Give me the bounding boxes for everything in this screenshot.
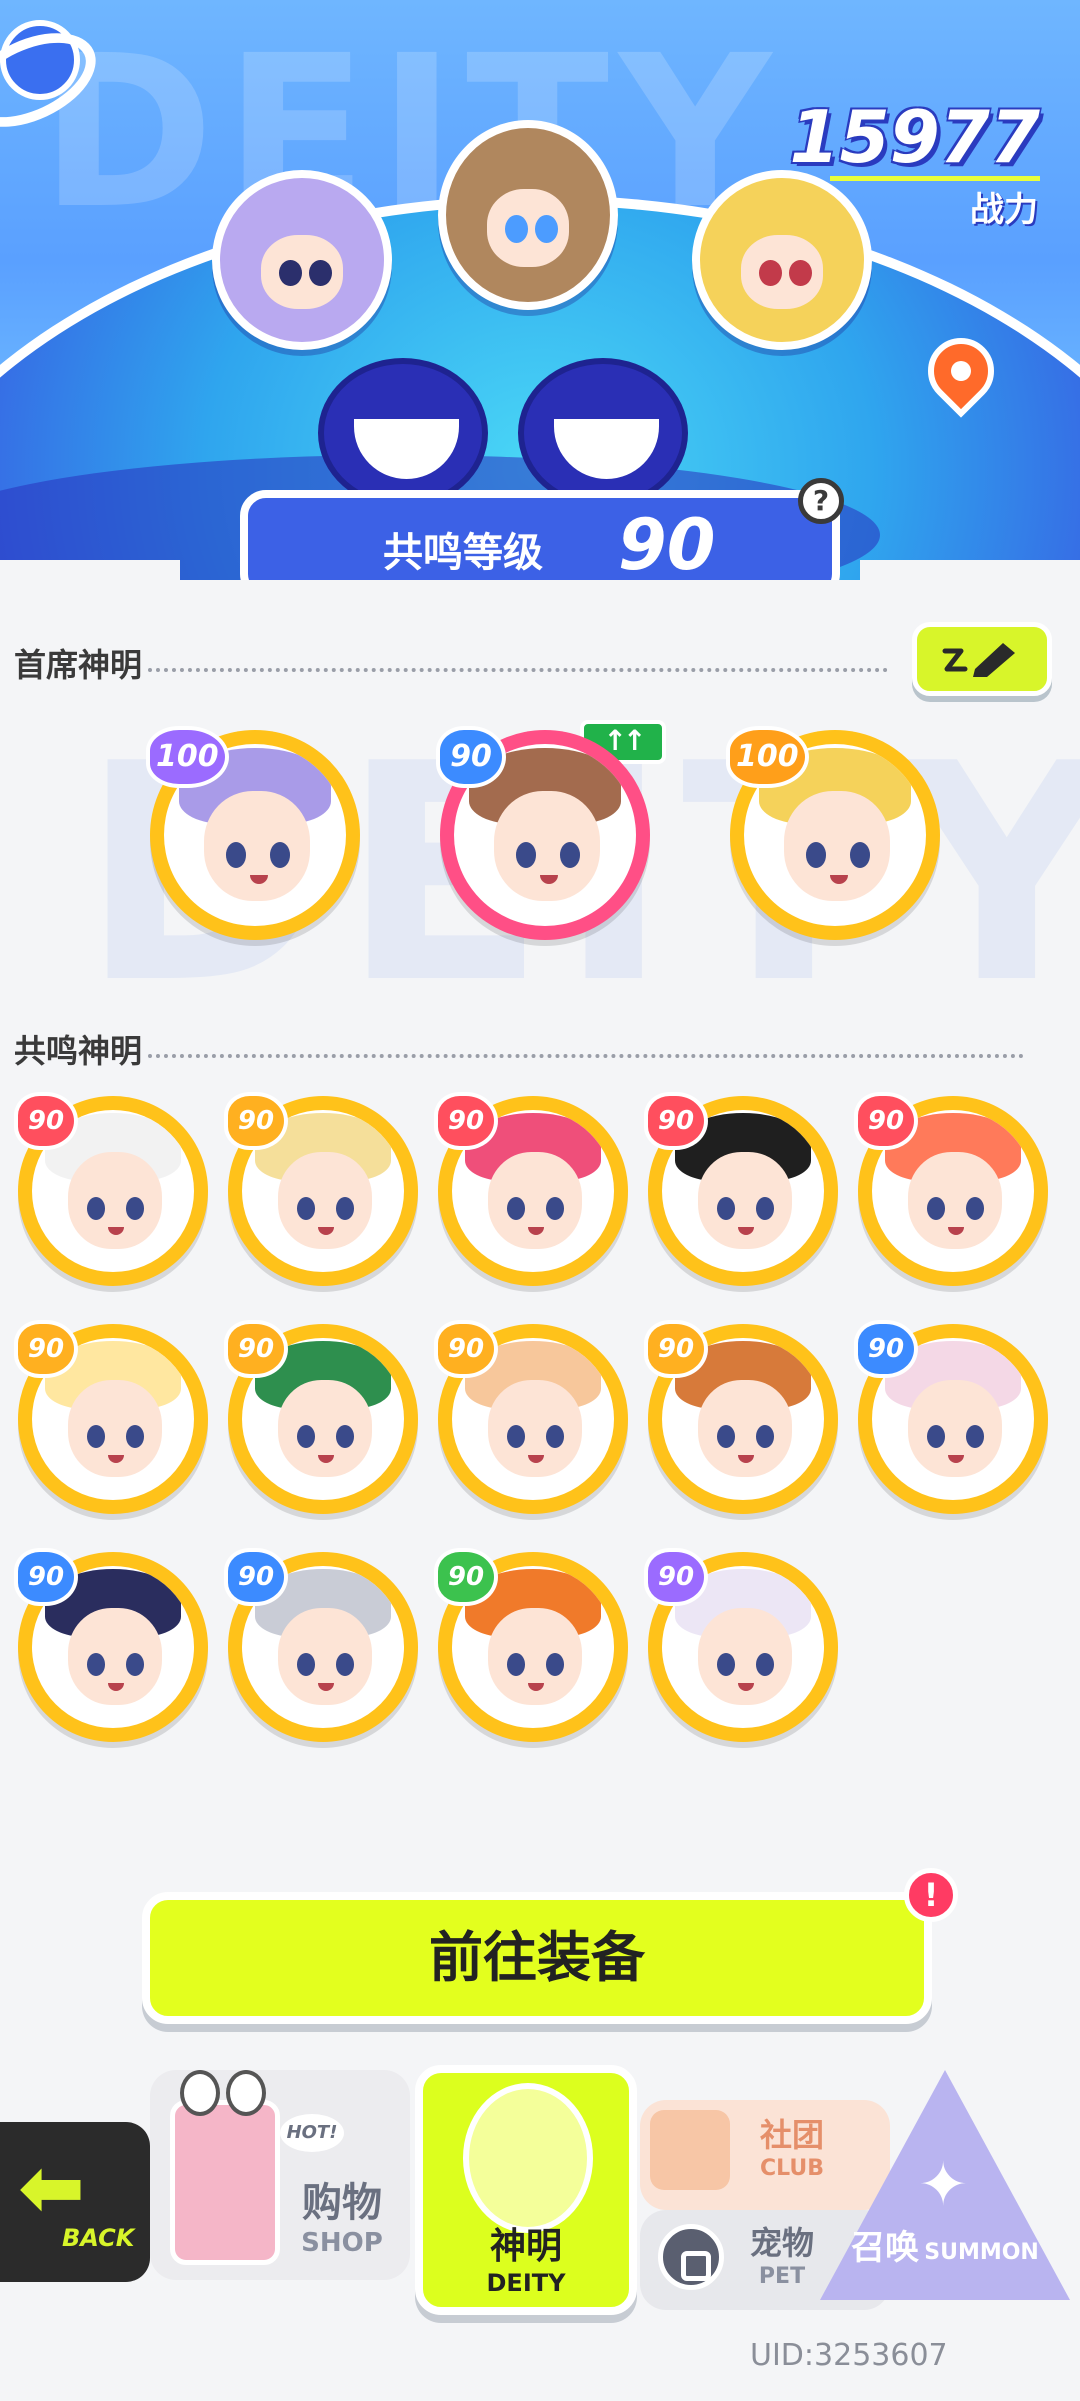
nav-deity-button[interactable]: 神明 DEITY [415,2065,637,2315]
back-button[interactable]: ⬅ BACK [0,2122,150,2282]
nav-summon-button[interactable]: ✦ 召唤 SUMMON [820,2070,1070,2310]
club-box-icon [650,2110,730,2190]
resonance-deity-title: 共鸣神明 [14,1032,143,1070]
level-badge: 90 [434,1092,498,1150]
sparkle-star-icon: ✦ [918,2150,969,2220]
level-badge: 90 [434,1548,498,1606]
vending-machine-icon [170,2100,280,2265]
back-label: BACK [62,2224,135,2252]
resonance-level-banner: 共鸣等级 90 [240,490,840,580]
go-equip-button[interactable]: 前往装备 [142,1892,932,2024]
resonance-deities-11-portrait[interactable]: 90 [224,1548,418,1742]
level-badge: 100 [146,726,229,788]
primary-deities-2-portrait[interactable]: 100 [726,726,940,940]
shop-hot-badge: HOT! [280,2114,344,2152]
resonance-deities-12-portrait[interactable]: 90 [434,1548,628,1742]
nav-deity-label: 神明 [489,2226,562,2267]
level-badge: 90 [224,1320,288,1378]
level-badge: 90 [14,1320,78,1378]
resonance-deities-5-portrait[interactable]: 90 [14,1320,208,1514]
primary-deities-0-portrait[interactable]: 100 [146,726,360,940]
nav-club-label: 社团 [760,2116,825,2154]
combat-power-underline [830,176,1040,181]
nav-club-sublabel: CLUB [760,2156,825,2181]
resonance-deities-0-portrait[interactable]: 90 [14,1092,208,1286]
resonance-deities-6-portrait[interactable]: 90 [224,1320,418,1514]
level-badge: 90 [854,1320,918,1378]
primary-deities-1-portrait[interactable]: 90 [436,726,650,940]
chibi-deity-left[interactable] [212,170,392,350]
level-badge: 90 [644,1320,708,1378]
level-badge: 90 [434,1320,498,1378]
resonance-level-value: 90 [618,504,716,580]
resonance-deities-4-portrait[interactable]: 90 [854,1092,1048,1286]
go-equip-label: 前往装备 [429,1926,645,1989]
primary-deity-title: 首席神明 [14,646,143,684]
nav-summon-sublabel: SUMMON [924,2240,1039,2265]
lock-icon [658,2224,724,2290]
planet-eye-left [318,358,488,508]
resonance-deities-2-portrait[interactable]: 90 [434,1092,628,1286]
resonance-deities-9-portrait[interactable]: 90 [854,1320,1048,1514]
resonance-deities-10-portrait[interactable]: 90 [14,1548,208,1742]
header-banner: DEITY 15977 战力 共鸣等级 90 ? [0,0,1080,580]
level-badge: 90 [854,1092,918,1150]
nav-shop-button[interactable]: HOT! 购物 SHOP [150,2070,410,2280]
resonance-level-label: 共鸣等级 [383,530,543,576]
resonance-deities-7-portrait[interactable]: 90 [434,1320,628,1514]
resonance-deities-8-portrait[interactable]: 90 [644,1320,838,1514]
notification-alert-icon: ! [904,1868,958,1922]
edit-button[interactable] [912,622,1052,696]
level-badge: 90 [224,1548,288,1606]
back-arrow-icon: ⬅ [18,2141,86,2234]
user-id: UID:3253607 [750,2338,948,2373]
nav-summon-label: 召唤 [851,2228,920,2268]
resonance-deities-13-portrait[interactable]: 90 [644,1548,838,1742]
level-badge: 90 [14,1092,78,1150]
shop-eyes-icon [180,2070,270,2120]
resonance-deities-3-portrait[interactable]: 90 [644,1092,838,1286]
help-button[interactable]: ? [798,478,844,524]
level-badge: 90 [436,726,506,788]
deity-mascot-icon [463,2083,593,2233]
level-badge: 100 [726,726,809,788]
combat-power-label: 战力 [970,190,1038,230]
level-badge: 90 [14,1548,78,1606]
nav-pet-label: 宠物 [750,2224,815,2262]
planet-eye-right [518,358,688,508]
level-badge: 90 [644,1548,708,1606]
chibi-deity-right[interactable] [692,170,872,350]
resonance-deities-1-portrait[interactable]: 90 [224,1092,418,1286]
nav-deity-sublabel: DEITY [486,2269,566,2297]
pencil-edit-icon [942,643,1015,677]
nav-pet-sublabel: PET [758,2264,806,2289]
level-badge: 90 [644,1092,708,1150]
nav-shop-label: 购物 [302,2180,382,2226]
chibi-deity-center[interactable] [438,120,618,310]
level-badge: 90 [224,1092,288,1150]
combat-power-value: 15977 [789,95,1041,179]
nav-shop-sublabel: SHOP [301,2228,383,2258]
